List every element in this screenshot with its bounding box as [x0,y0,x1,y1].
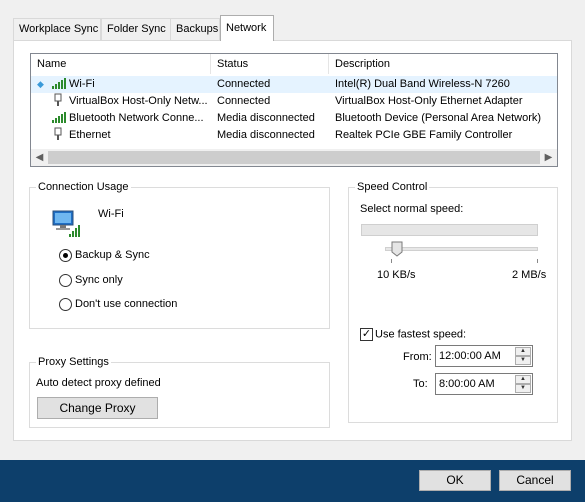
network-computer-icon [51,207,83,239]
connection-usage-title: Connection Usage [36,180,131,194]
spinner-buttons: ▲ ▼ [515,347,531,365]
network-name: Ethernet [69,129,111,141]
selection-marker-icon: ◆ [37,79,44,89]
list-item[interactable]: Ethernet Media disconnected Realtek PCIe… [31,127,557,144]
use-fastest-speed-checkbox[interactable]: ✓ Use fastest speed: [360,328,466,341]
column-header-status[interactable]: Status [211,54,329,74]
ethernet-plug-icon [53,127,65,144]
radio-dont-use-connection[interactable]: Don't use connection [59,297,177,313]
to-time-spinner[interactable]: 8:00:00 AM ▲ ▼ [435,373,533,395]
slider-tick [537,259,538,263]
column-header-description[interactable]: Description [329,54,557,74]
spin-up-icon[interactable]: ▲ [515,347,531,356]
horizontal-scrollbar[interactable]: ◀ ▶ [31,149,557,166]
scrollbar-thumb[interactable] [48,151,540,164]
connection-usage-group: Connection Usage Wi-Fi Backup & Sync Syn… [29,180,330,329]
tab-backups[interactable]: Backups [170,18,220,40]
change-proxy-button[interactable]: Change Proxy [37,397,158,419]
column-header-name[interactable]: Name [31,54,211,74]
tab-folder-sync[interactable]: Folder Sync [101,18,171,40]
network-list[interactable]: Name Status Description ◆ Wi-Fi Connecte… [30,53,558,167]
max-speed-label: 2 MB/s [512,269,547,281]
radio-button[interactable] [59,297,72,311]
network-status: Media disconnected [217,129,315,141]
radio-label: Don't use connection [75,298,178,310]
from-time-value[interactable]: 12:00:00 AM [439,346,501,366]
dialog-button-bar: OK Cancel [0,460,585,502]
tab-network[interactable]: Network [220,15,274,41]
network-description: Bluetooth Device (Personal Area Network) [335,112,542,124]
from-time-spinner[interactable]: 12:00:00 AM ▲ ▼ [435,345,533,367]
to-label: To: [413,378,428,390]
network-status: Connected [217,95,271,107]
list-header: Name Status Description [31,54,557,74]
cancel-button[interactable]: Cancel [499,470,571,491]
radio-label: Backup & Sync [75,249,150,261]
list-item[interactable]: VirtualBox Host-Only Netw... Connected V… [31,93,557,110]
ethernet-plug-icon [53,93,65,110]
network-description: Realtek PCIe GBE Family Controller [335,129,513,141]
network-name: VirtualBox Host-Only Netw... [69,95,208,107]
scroll-left-icon[interactable]: ◀ [31,149,48,166]
spin-up-icon[interactable]: ▲ [515,375,531,384]
proxy-settings-title: Proxy Settings [36,355,111,369]
min-speed-label: 10 KB/s [377,269,416,281]
speed-control-title: Speed Control [355,180,430,194]
wifi-signal-icon [51,110,67,127]
spin-down-icon[interactable]: ▼ [515,384,531,393]
to-time-value[interactable]: 8:00:00 AM [439,374,495,394]
radio-label: Sync only [75,274,123,286]
network-description: Intel(R) Dual Band Wireless-N 7260 [335,78,510,90]
network-name: Bluetooth Network Conne... [69,112,204,124]
radio-button[interactable] [59,273,72,287]
list-item[interactable]: ◆ Wi-Fi Connected Intel(R) Dual Band Wir… [31,76,557,93]
speed-slider-track[interactable] [385,247,538,251]
connection-name: Wi-Fi [98,208,124,220]
radio-backup-and-sync[interactable]: Backup & Sync [59,248,150,264]
proxy-settings-group: Proxy Settings Auto detect proxy defined… [29,355,330,428]
network-name: Wi-Fi [69,78,95,90]
speed-slider-thumb[interactable] [391,241,403,257]
divider [557,232,558,302]
speed-control-group: Speed Control Select normal speed: 10 KB… [348,180,558,423]
from-label: From: [403,351,432,363]
tab-workplace-sync[interactable]: Workplace Sync [13,18,101,40]
scroll-right-icon[interactable]: ▶ [540,149,557,166]
list-item[interactable]: Bluetooth Network Conne... Media disconn… [31,110,557,127]
slider-tick [391,259,392,263]
checkbox-label: Use fastest speed: [375,328,467,341]
network-description: VirtualBox Host-Only Ethernet Adapter [335,95,523,107]
network-status: Media disconnected [217,112,315,124]
spinner-buttons: ▲ ▼ [515,375,531,393]
proxy-status-text: Auto detect proxy defined [36,377,161,389]
ok-button[interactable]: OK [419,470,491,491]
speed-indicator-bar [361,224,538,236]
radio-sync-only[interactable]: Sync only [59,273,123,289]
wifi-signal-icon [51,76,67,93]
network-status: Connected [217,78,271,90]
radio-button[interactable] [59,248,72,262]
spin-down-icon[interactable]: ▼ [515,356,531,365]
checkbox[interactable]: ✓ [360,328,373,341]
select-speed-label: Select normal speed: [360,203,464,215]
